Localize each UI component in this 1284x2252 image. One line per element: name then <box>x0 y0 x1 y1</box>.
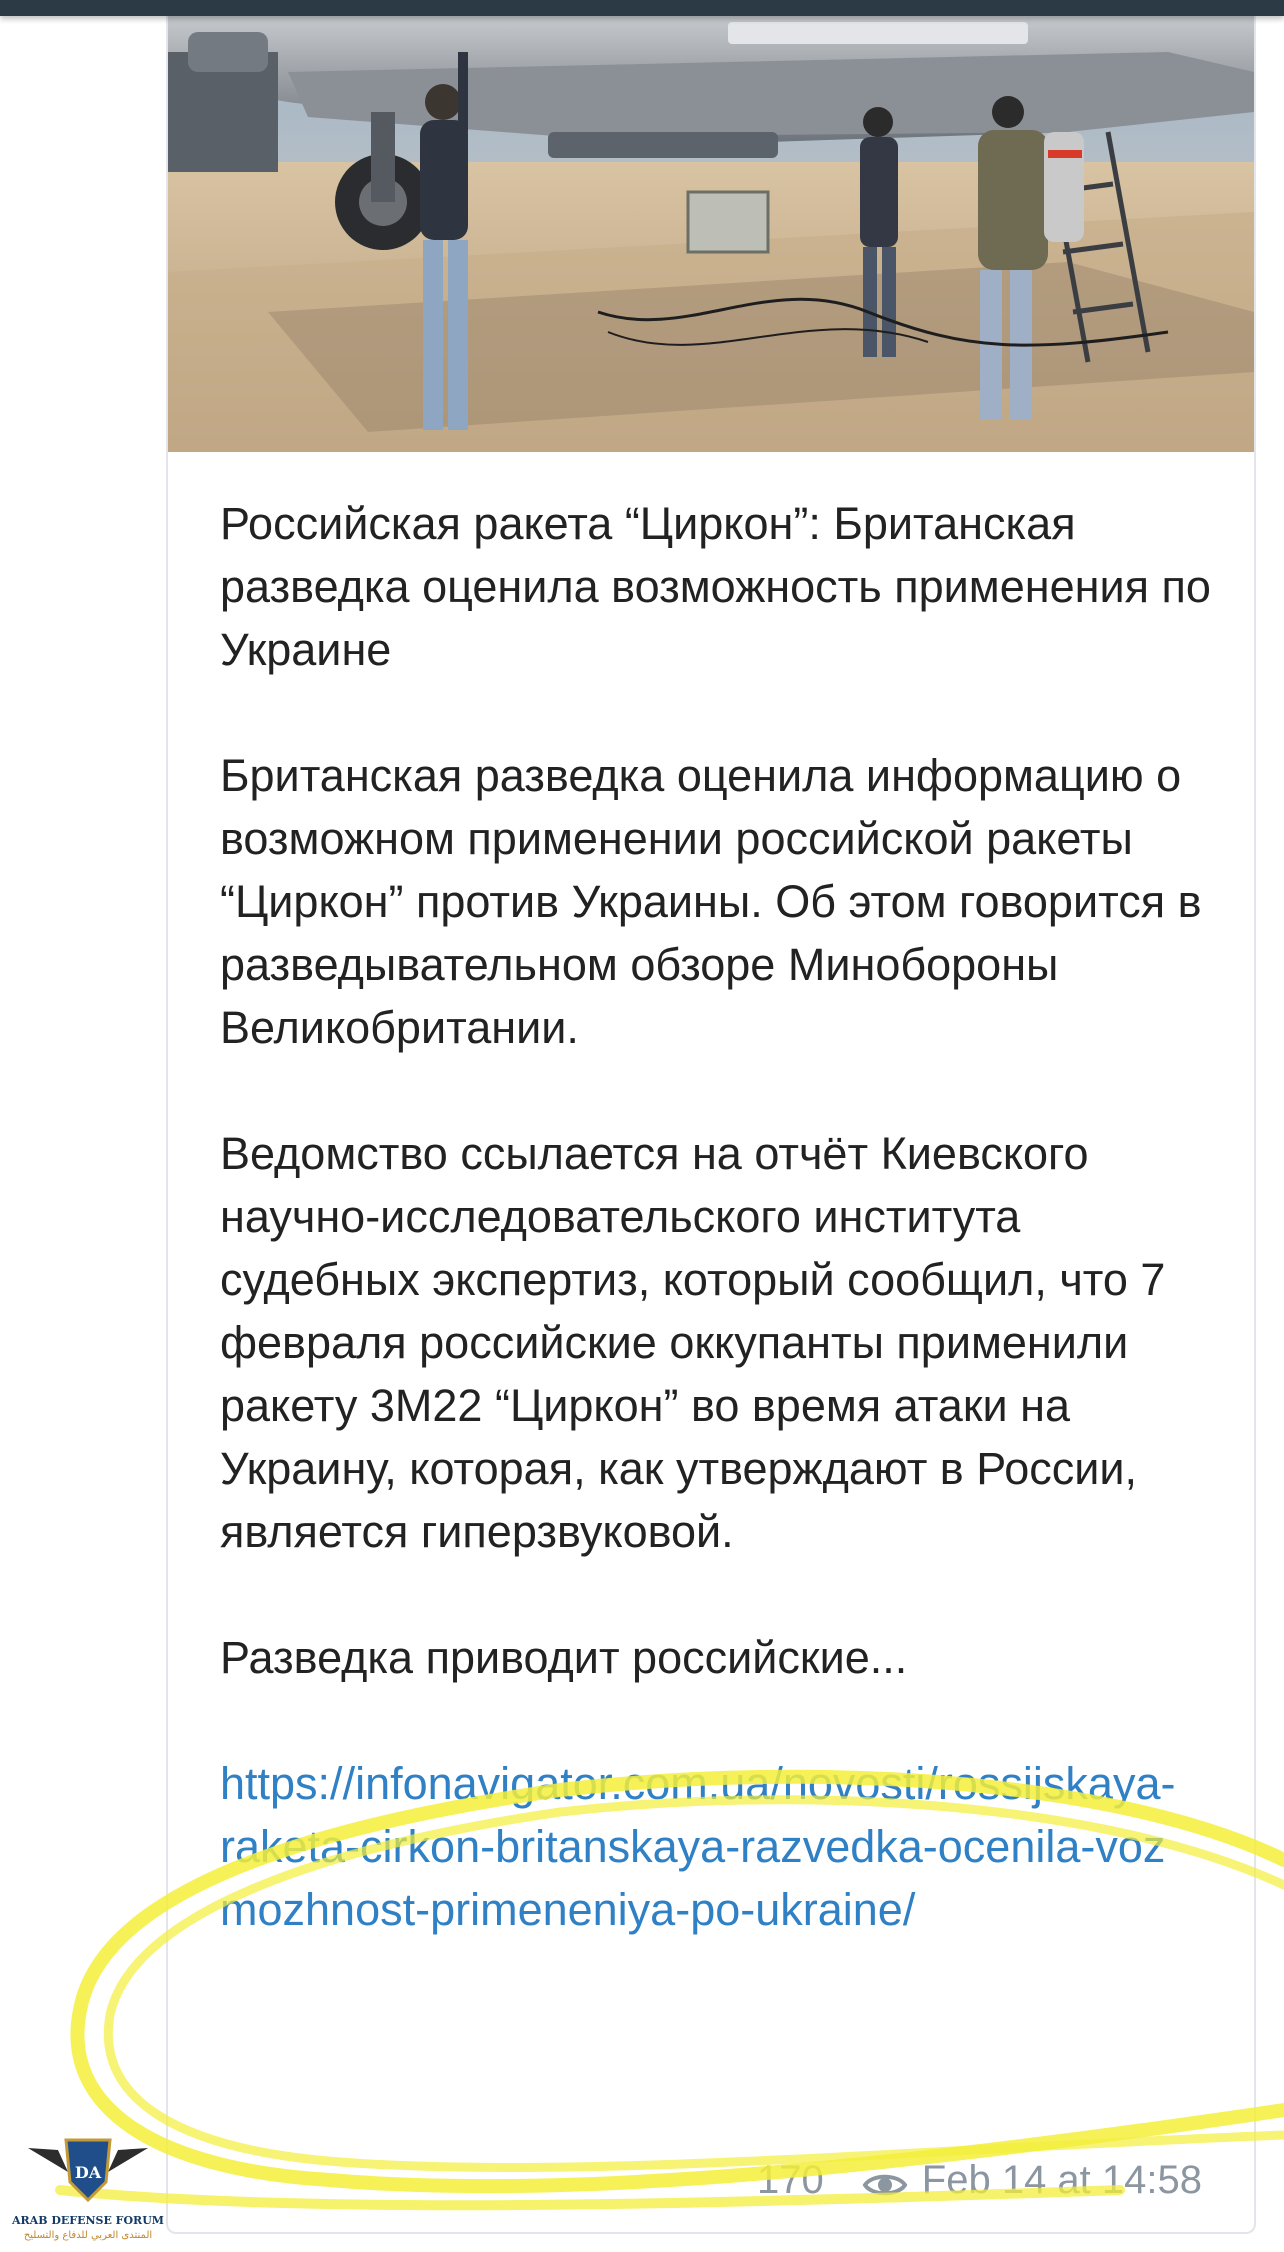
watermark-subtitle: المنتدى العربي للدفاع والتسليح <box>23 2230 153 2241</box>
post-source-link[interactable]: https://infonavigator.com.ua/novosti/ros… <box>220 1752 1180 1941</box>
post-photo[interactable] <box>168 12 1254 452</box>
watermark-title: ARAB DEFENSE FORUM <box>12 2214 164 2227</box>
post-headline: Российская ракета “Циркон”: Британская р… <box>220 498 1211 675</box>
view-count-value: 170 <box>757 2157 824 2202</box>
top-app-bar <box>0 0 1284 16</box>
channel-post: Российская ракета “Циркон”: Британская р… <box>166 12 1256 2234</box>
post-paragraph-2: Ведомство ссылается на отчёт Киевского н… <box>220 1128 1166 1557</box>
post-paragraph-1: Британская разведка оценила информацию о… <box>220 750 1202 1053</box>
post-photo-illustration <box>168 12 1254 452</box>
post-meta: 170 Feb 14 at 14:58 <box>757 2150 1202 2210</box>
post-paragraph-3: Разведка приводит российские... <box>220 1632 908 1683</box>
watermark-logo: DA ARAB DEFENSE FORUM المنتدى العربي للد… <box>8 2120 168 2250</box>
post-text: Российская ракета “Циркон”: Британская р… <box>220 492 1220 1941</box>
svg-text:DA: DA <box>75 2163 102 2182</box>
eagle-shield-icon: DA <box>28 2138 148 2203</box>
view-count: 170 <box>757 2158 824 2203</box>
eye-icon <box>862 2165 908 2196</box>
post-timestamp: Feb 14 at 14:58 <box>921 2157 1202 2202</box>
